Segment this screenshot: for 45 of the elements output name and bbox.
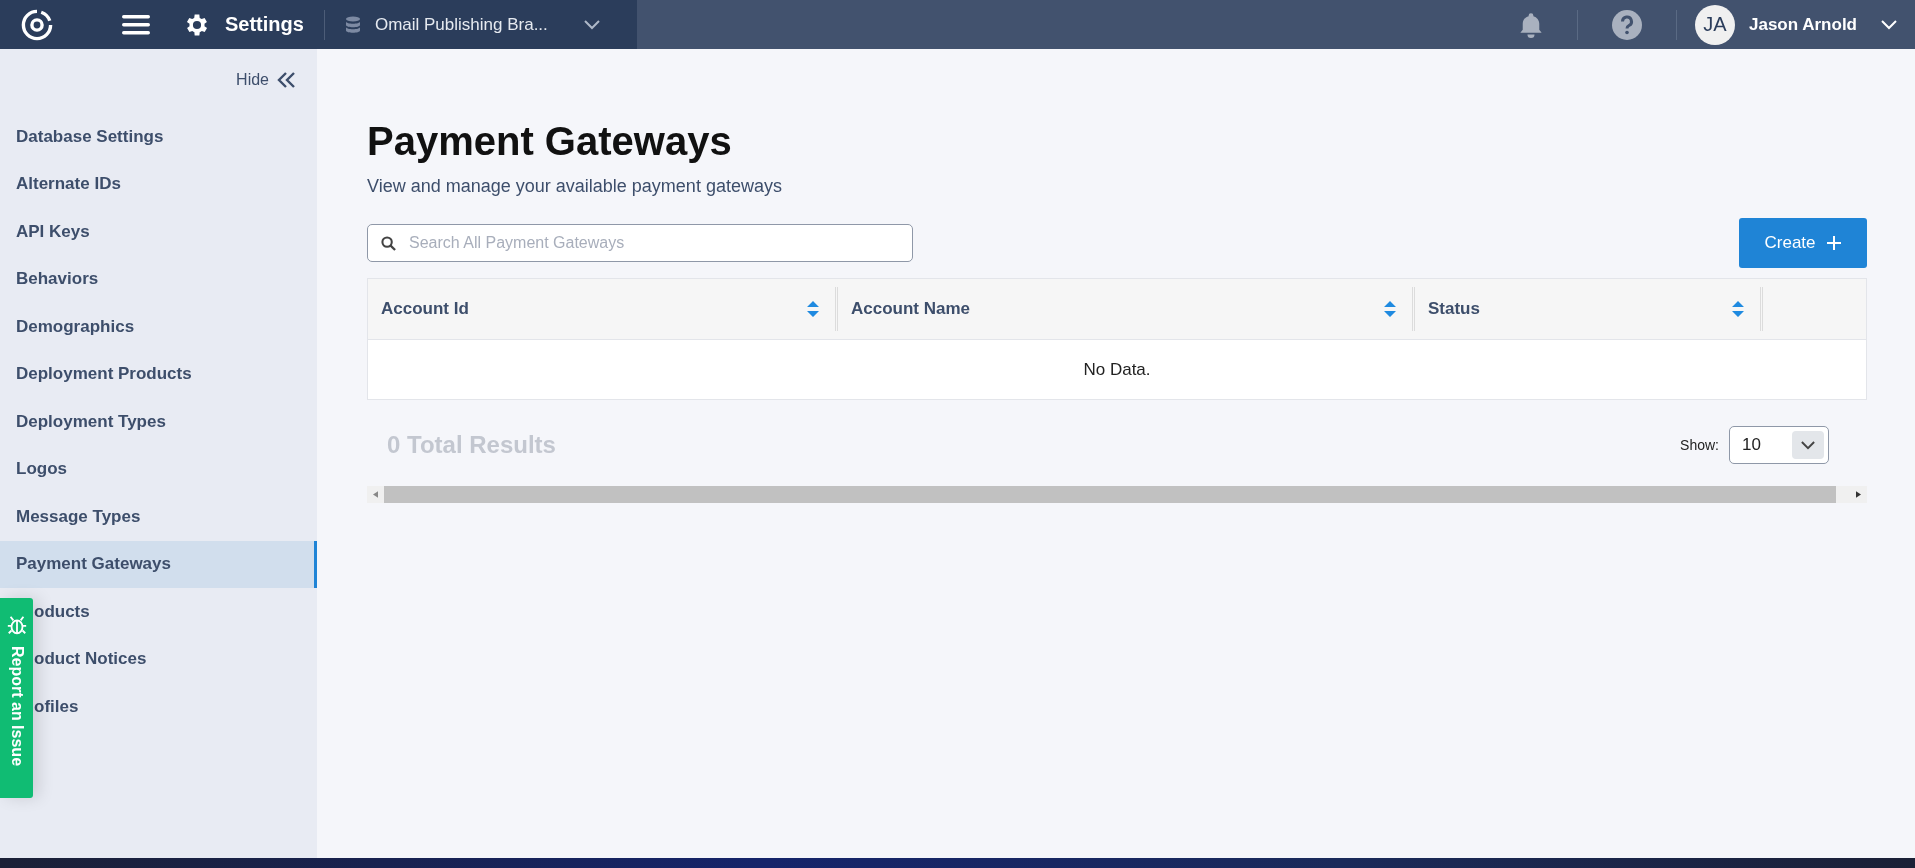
- sidebar-item[interactable]: API Keys: [0, 208, 317, 256]
- column-header[interactable]: Account Name: [838, 287, 1415, 331]
- user-menu[interactable]: JA Jason Arnold: [1695, 4, 1897, 45]
- sidebar-item[interactable]: Message Types: [0, 493, 317, 541]
- column-header[interactable]: Account Id: [368, 287, 838, 331]
- menu-icon[interactable]: [122, 12, 150, 37]
- chevron-down-icon: [1881, 19, 1897, 30]
- sidebar-item[interactable]: Payment Gateways: [0, 540, 317, 588]
- sidebar-item[interactable]: Demographics: [0, 303, 317, 351]
- empty-message: No Data.: [1082, 358, 1152, 381]
- sort-icon: [1732, 301, 1744, 317]
- sidebar-item[interactable]: ofiles: [31, 683, 317, 731]
- sort-icon: [1384, 301, 1396, 317]
- database-selector[interactable]: Omail Publishing Bra...: [344, 14, 600, 35]
- help-icon[interactable]: [1612, 9, 1642, 40]
- sidebar-item[interactable]: Database Settings: [0, 113, 317, 161]
- user-avatar: JA: [1695, 4, 1735, 45]
- bell-icon[interactable]: [1519, 11, 1543, 38]
- hide-sidebar-button[interactable]: Hide: [236, 71, 297, 89]
- page-subtitle: View and manage your available payment gateways: [367, 176, 783, 197]
- create-button[interactable]: Create: [1739, 218, 1867, 268]
- plus-icon: [1825, 235, 1842, 251]
- scroll-left-icon[interactable]: [373, 491, 378, 498]
- show-label: Show:: [1680, 437, 1719, 453]
- sidebar-item[interactable]: Alternate IDs: [0, 160, 317, 208]
- search-field[interactable]: Search All Payment Gateways: [367, 224, 913, 262]
- sidebar-item[interactable]: Logos: [0, 445, 317, 493]
- sidebar-item[interactable]: Deployment Products: [0, 350, 317, 398]
- chevron-down-icon: [1792, 431, 1824, 459]
- chevron-down-icon: [583, 19, 600, 30]
- logo-icon[interactable]: [20, 7, 54, 42]
- bug-icon: [5, 614, 28, 636]
- section-title: Settings: [225, 13, 304, 36]
- search-icon: [381, 236, 396, 251]
- column-header[interactable]: Status: [1415, 287, 1763, 331]
- sidebar-item[interactable]: Behaviors: [0, 255, 317, 303]
- sidebar-item[interactable]: oducts: [31, 588, 317, 636]
- page-title: Payment Gateways: [367, 119, 733, 164]
- sort-icon: [807, 301, 819, 317]
- sidebar-item[interactable]: oduct Notices: [31, 635, 317, 683]
- database-icon: [344, 15, 361, 34]
- double-chevron-left-icon: [277, 71, 297, 89]
- sidebar-item[interactable]: Deployment Types: [0, 398, 317, 446]
- scroll-right-icon[interactable]: [1856, 491, 1861, 498]
- page-size-select[interactable]: 10: [1729, 426, 1829, 464]
